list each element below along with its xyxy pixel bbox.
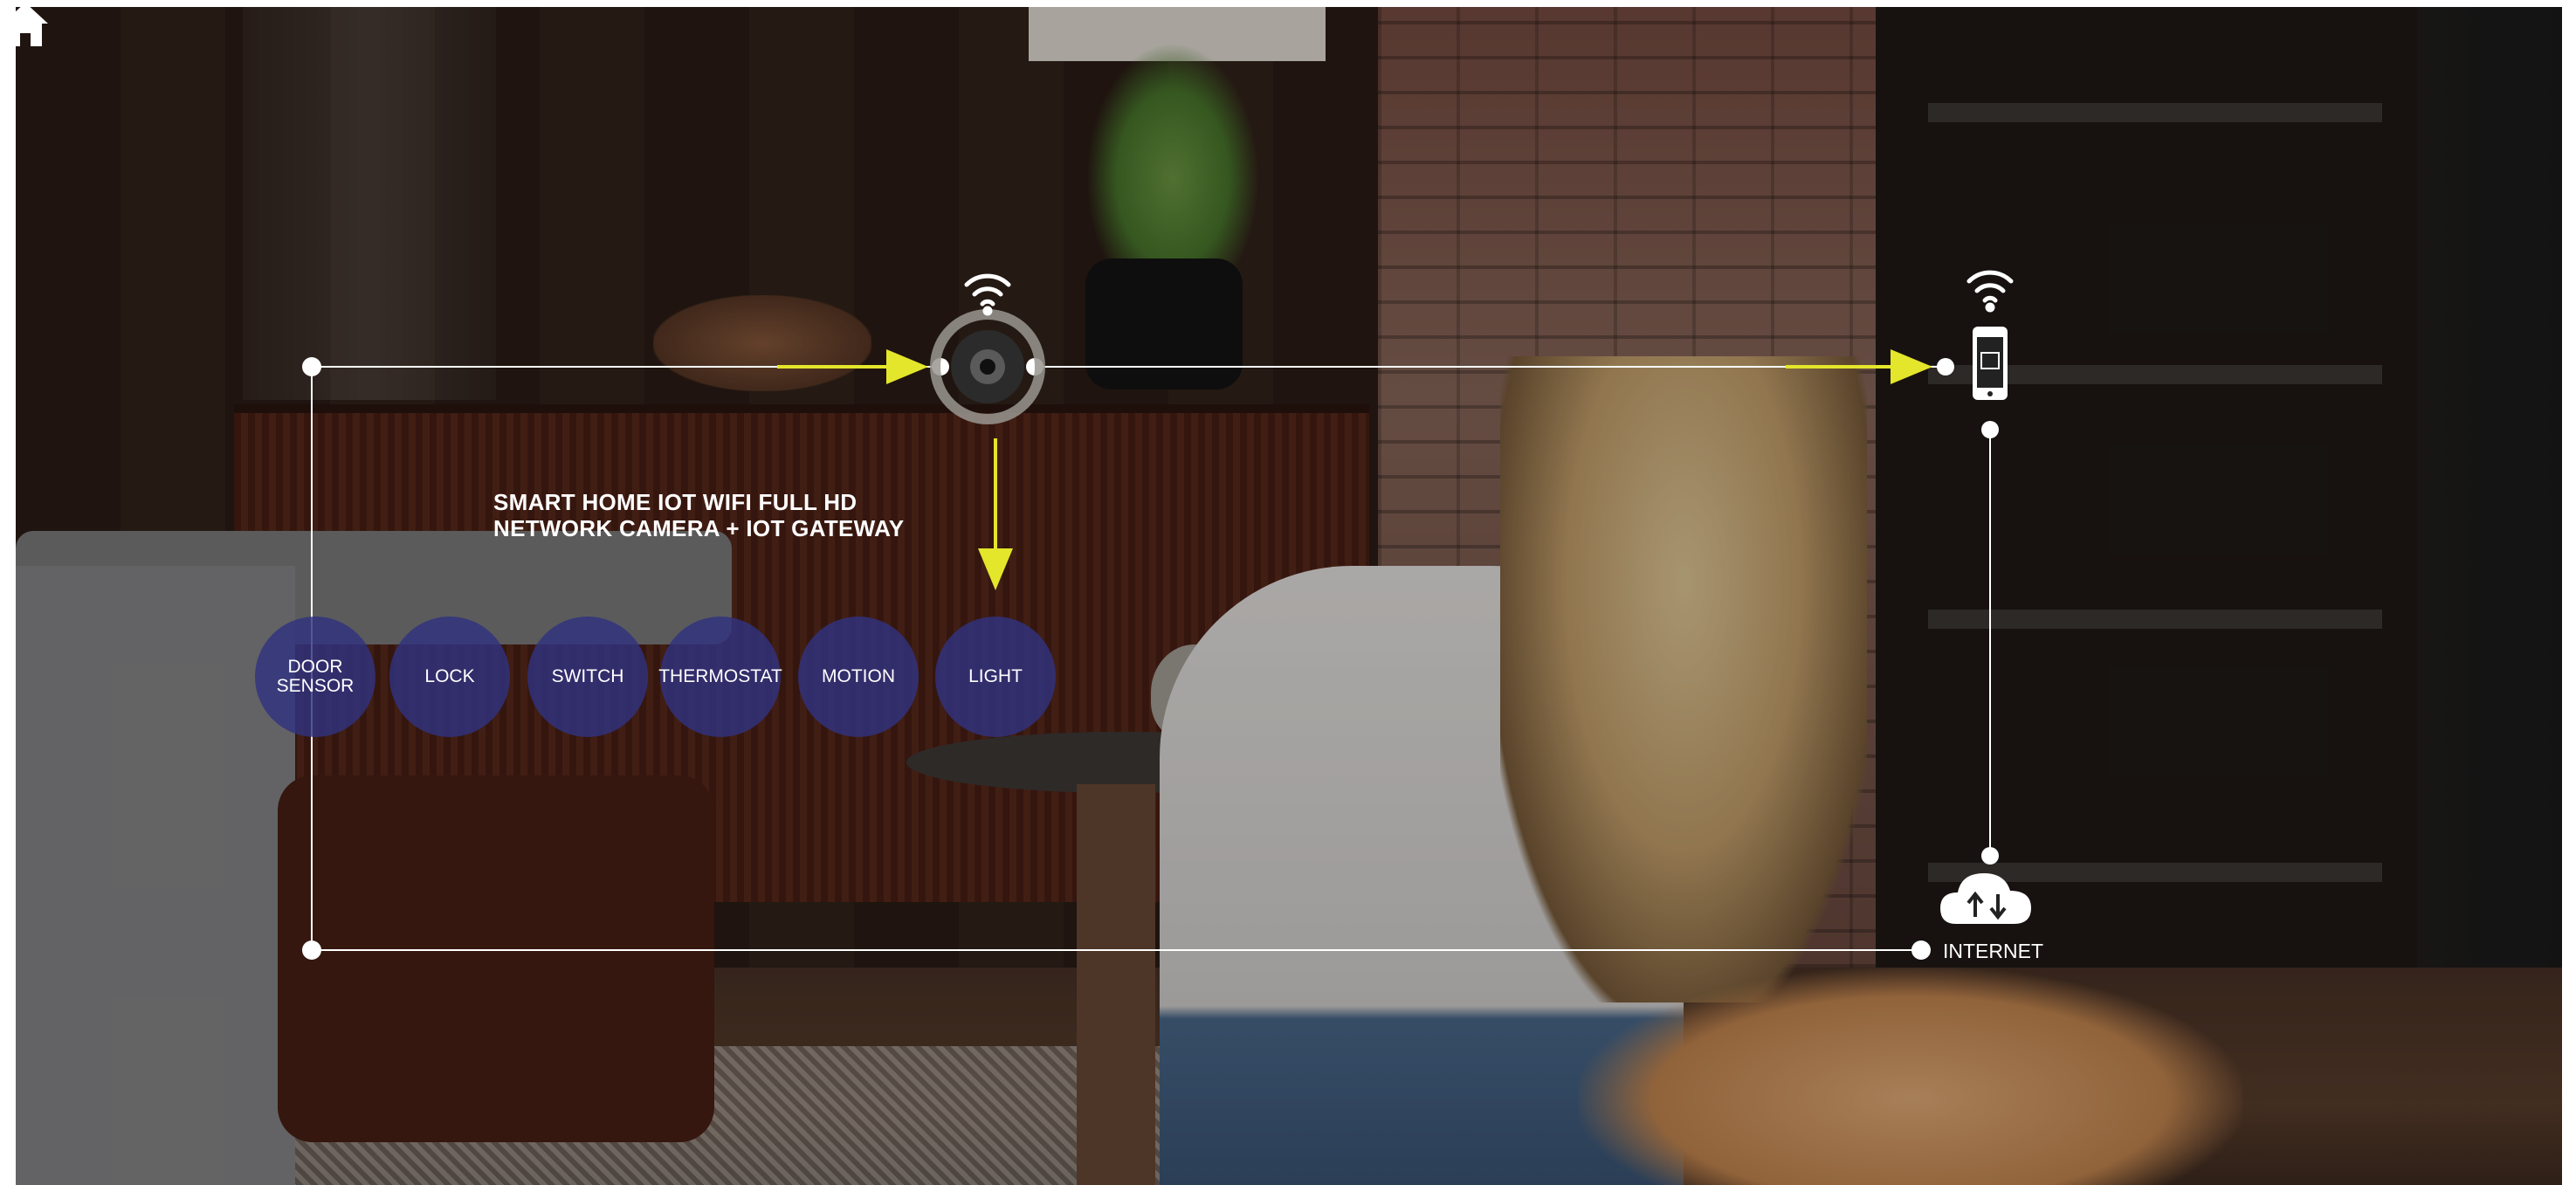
connection-dot — [1981, 847, 1999, 865]
cloud-upload-download-icon — [1940, 873, 2031, 924]
network-diagram: SMART HOME IOT WIFI FULL HD NETWORK CAME… — [0, 0, 2576, 1185]
wifi-icon — [1966, 270, 2014, 313]
connection-dot — [1981, 421, 1999, 438]
title-line-2: NETWORK CAMERA + IOT GATEWAY — [493, 515, 905, 541]
connection-lines — [302, 270, 2031, 960]
device-light: LIGHT — [935, 617, 1056, 737]
wifi-icon — [964, 273, 1011, 316]
device-label: SENSOR — [276, 676, 355, 696]
device-label: MOTION — [822, 666, 895, 686]
device-thermostat: THERMOSTAT — [658, 617, 782, 737]
device-label: THERMOSTAT — [658, 666, 782, 686]
camera-icon — [930, 309, 1045, 424]
connection-dot — [302, 940, 321, 960]
device-label: LIGHT — [968, 666, 1023, 686]
device-motion: MOTION — [798, 617, 919, 737]
internet-label: INTERNET — [1943, 940, 2043, 962]
device-label: SWITCH — [551, 666, 624, 686]
phone-icon — [1973, 327, 2008, 400]
diagram-title: SMART HOME IOT WIFI FULL HD NETWORK CAME… — [493, 489, 904, 541]
connection-dot — [1911, 940, 1931, 960]
title-line-1: SMART HOME IOT WIFI FULL HD — [493, 489, 858, 515]
device-label: LOCK — [424, 666, 475, 686]
device-label: DOOR — [287, 657, 343, 677]
connection-dot — [302, 357, 321, 376]
home-icon — [3, 3, 48, 46]
connection-dot — [1937, 358, 1954, 375]
device-door-sensor: DOOR SENSOR — [255, 617, 375, 737]
device-switch: SWITCH — [527, 617, 648, 737]
device-lock: LOCK — [389, 617, 510, 737]
